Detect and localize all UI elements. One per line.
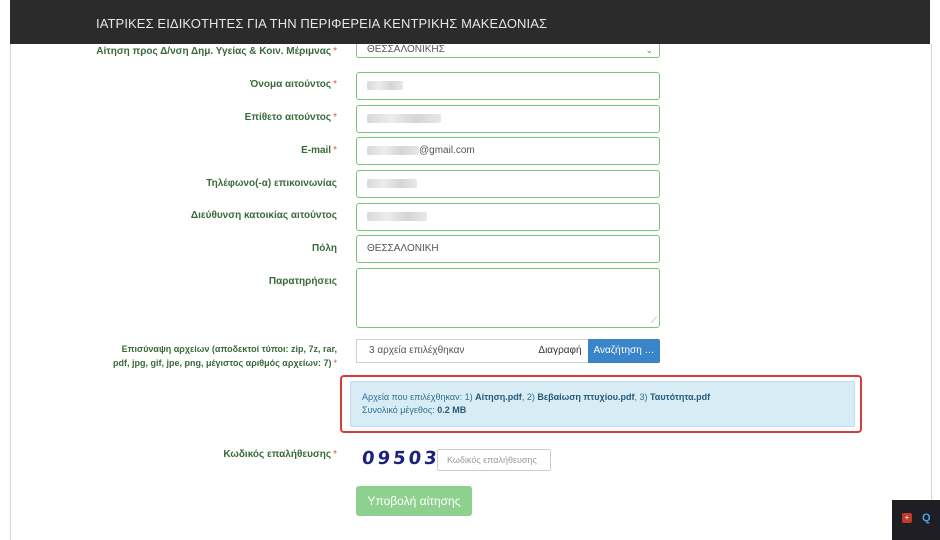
delete-files-button[interactable]: Διαγραφή: [532, 339, 588, 363]
phone-label: Τηλέφωνο(-α) επικοινωνίας: [206, 178, 337, 189]
system-tray: + Q: [892, 500, 940, 540]
selected-files-info: Αρχεία που επιλέχθηκαν: 1) Αίτηση.pdf, 2…: [350, 381, 855, 427]
chevron-down-icon: ⌄: [645, 45, 653, 55]
first-name-label: Όνομα αιτούντος *: [250, 79, 337, 90]
total-size: 0.2 MB: [437, 405, 467, 415]
submit-button[interactable]: Υποβολή αίτησης: [356, 486, 472, 516]
phone-input[interactable]: [356, 170, 660, 198]
resize-grip-icon[interactable]: ⟋: [651, 315, 657, 326]
top-bar: ΙΑΤΡΙΚΕΣ ΕΙΔΙΚΟΤΗΤΕΣ ΓΙΑ ΤΗΝ ΠΕΡΙΦΕΡΕΙΑ …: [10, 0, 930, 44]
redacted-value: [367, 211, 427, 221]
last-name-label: Επίθετο αιτούντος *: [244, 112, 337, 123]
department-label: Αίτηση προς Δ/νση Δημ. Υγείας & Κοιν. Μέ…: [96, 46, 337, 57]
search-icon[interactable]: Q: [922, 512, 934, 524]
email-label: E-mail *: [301, 145, 337, 156]
redacted-value: [367, 145, 419, 155]
selected-files-display: 3 αρχεία επιλέχθηκαν: [356, 339, 532, 363]
address-input[interactable]: [356, 203, 660, 231]
first-name-input[interactable]: [356, 72, 660, 100]
notes-textarea[interactable]: ⟋: [356, 268, 660, 328]
city-label: Πόλη: [312, 243, 337, 254]
attachments-label: Επισύναψη αρχείων (αποδεκτοί τύποι: zip,…: [113, 344, 337, 368]
last-name-input[interactable]: [356, 105, 660, 133]
shield-icon[interactable]: +: [902, 513, 912, 523]
captcha-input[interactable]: Κωδικός επαλήθευσης: [437, 449, 551, 471]
captcha-label: Κωδικός επαλήθευσης *: [223, 449, 337, 460]
captcha-image: 09503: [360, 448, 441, 469]
file-name: Ταυτότητα.pdf: [649, 392, 711, 402]
page-title: ΙΑΤΡΙΚΕΣ ΕΙΔΙΚΟΤΗΤΕΣ ΓΙΑ ΤΗΝ ΠΕΡΙΦΕΡΕΙΑ …: [96, 16, 548, 31]
notes-label: Παρατηρήσεις: [268, 276, 337, 287]
file-name: Βεβαίωση πτυχίου.pdf: [537, 392, 635, 402]
address-label: Διεύθυνση κατοικίας αιτούντος: [190, 210, 337, 221]
file-name: Αίτηση.pdf: [475, 392, 522, 402]
city-input[interactable]: ΘΕΣΣΑΛΟΝΙΚΗ: [356, 235, 660, 263]
redacted-value: [367, 178, 417, 188]
browse-files-button[interactable]: Αναζήτηση …: [588, 339, 660, 363]
redacted-value: [367, 80, 403, 90]
department-select[interactable]: ΘΕΣΣΑΛΟΝΙΚΗΣ ⌄: [356, 44, 660, 58]
email-input[interactable]: @gmail.com: [356, 137, 660, 165]
redacted-value: [367, 113, 441, 123]
